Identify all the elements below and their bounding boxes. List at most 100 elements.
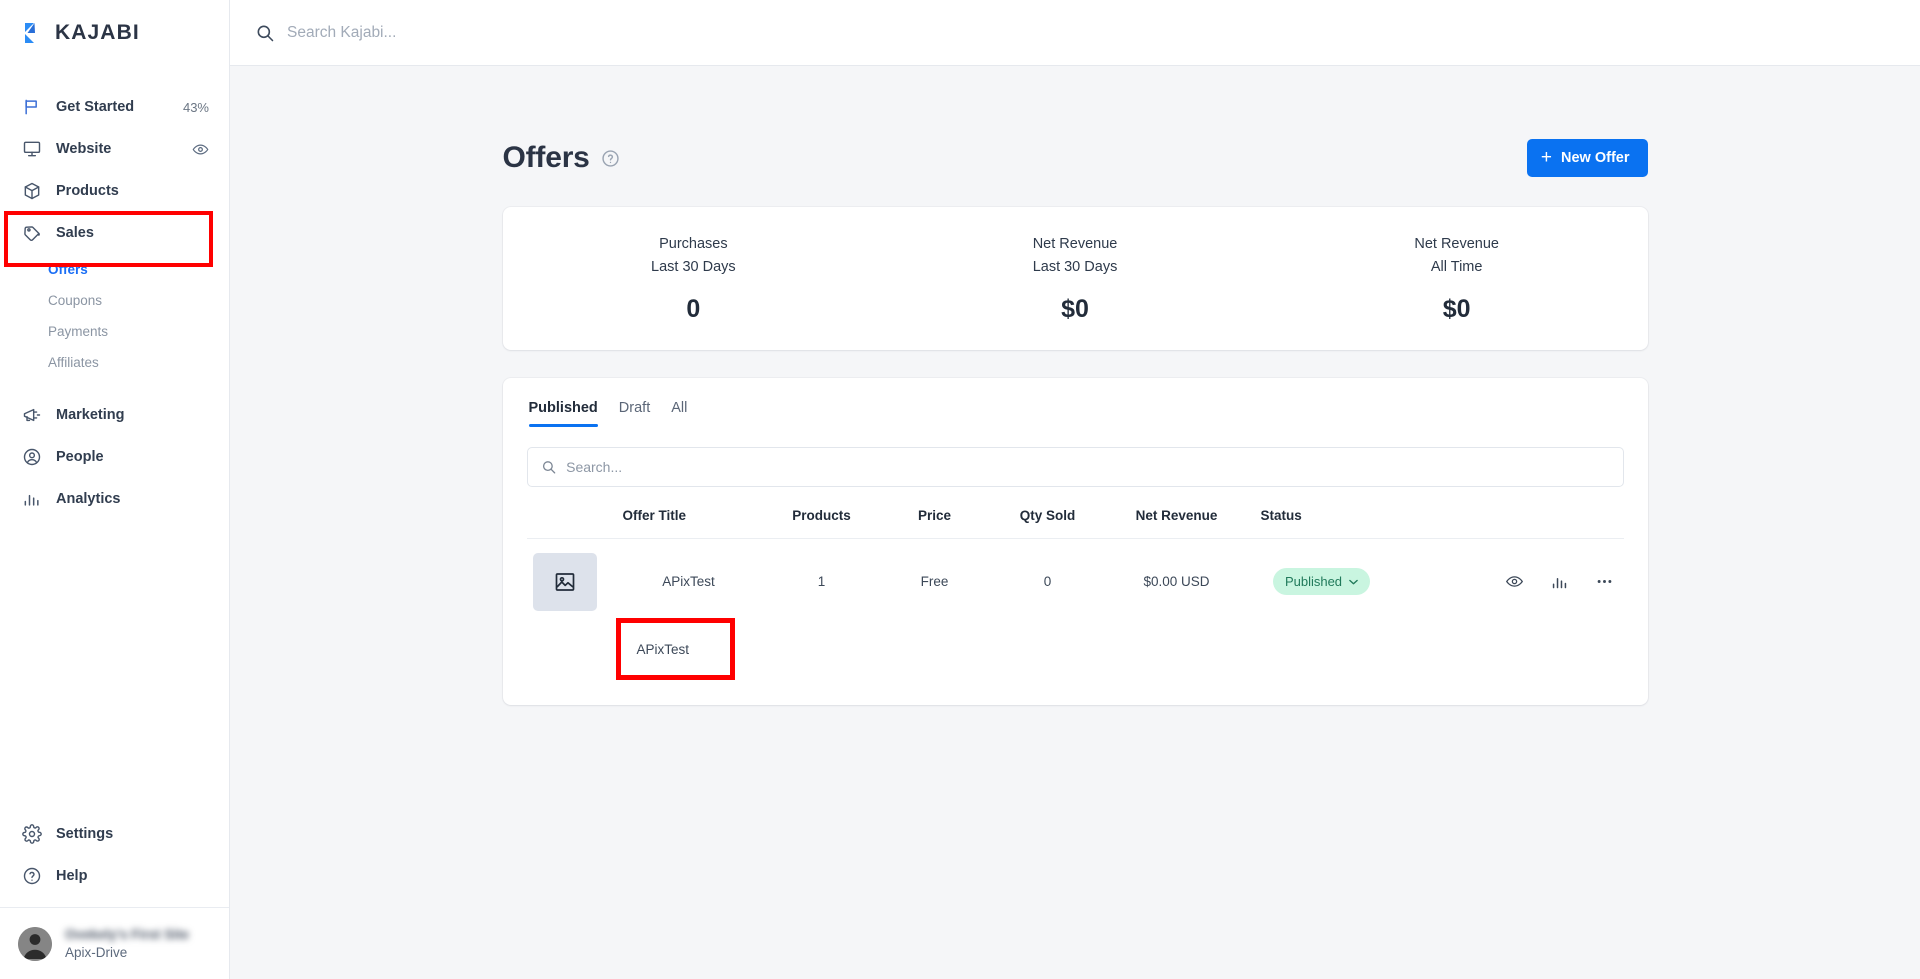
brand-logo[interactable]: KAJABI bbox=[0, 0, 229, 66]
sidebar: KAJABI Get Started 43% Website Products … bbox=[0, 0, 230, 979]
sidebar-item-offers[interactable]: Offers bbox=[0, 254, 229, 285]
status-badge-label: Published bbox=[1284, 574, 1343, 590]
sidebar-subitem-label: Coupons bbox=[48, 293, 103, 308]
sidebar-item-label: Help bbox=[56, 868, 88, 884]
tab-label: Published bbox=[528, 400, 598, 416]
new-offer-button[interactable]: + New Offer bbox=[1526, 139, 1648, 177]
sidebar-item-analytics[interactable]: Analytics bbox=[0, 478, 229, 520]
sidebar-item-sales[interactable]: Sales bbox=[0, 212, 229, 254]
monitor-icon bbox=[23, 141, 41, 157]
bar-chart-icon bbox=[24, 494, 39, 506]
cell-offer-title[interactable]: APixTest bbox=[615, 539, 763, 625]
sidebar-item-affiliates[interactable]: Affiliates bbox=[0, 347, 229, 378]
sidebar-item-marketing[interactable]: Marketing bbox=[0, 394, 229, 436]
column-actions bbox=[1396, 508, 1624, 539]
cell-thumbnail bbox=[527, 539, 615, 625]
column-net-revenue: Net Revenue bbox=[1106, 508, 1247, 539]
column-products: Products bbox=[762, 508, 881, 539]
offers-table: Offer Title Products Price Qty Sold Net … bbox=[526, 508, 1624, 625]
eye-icon[interactable] bbox=[1505, 572, 1524, 591]
sidebar-item-people[interactable]: People bbox=[0, 436, 229, 478]
cell-actions bbox=[1397, 539, 1624, 625]
sidebar-item-products[interactable]: Products bbox=[0, 170, 229, 212]
stat-title: Net Revenue bbox=[1414, 236, 1499, 253]
chevron-down-icon bbox=[1349, 579, 1358, 585]
stat-title: Net Revenue bbox=[1032, 236, 1118, 253]
offer-title-highlight-box: APixTest bbox=[615, 618, 735, 680]
flag-icon bbox=[25, 99, 37, 115]
sidebar-item-label: Settings bbox=[56, 826, 114, 842]
cell-net-revenue: $0.00 USD bbox=[1143, 574, 1210, 590]
tab-all[interactable]: All bbox=[671, 400, 687, 427]
offers-table-head: Offer Title Products Price Qty Sold Net … bbox=[526, 508, 1624, 539]
kajabi-k-logo-icon bbox=[25, 23, 35, 43]
page-container: Offers + New Offer Purchases Last 30 Day… bbox=[502, 66, 1648, 705]
sidebar-item-label: Website bbox=[56, 141, 112, 157]
stat-value: 0 bbox=[686, 294, 701, 323]
sidebar-item-help[interactable]: Help bbox=[0, 855, 229, 897]
brand-name: KAJABI bbox=[55, 21, 140, 44]
megaphone-icon bbox=[23, 408, 41, 422]
sidebar-item-get-started[interactable]: Get Started 43% bbox=[0, 86, 229, 128]
row-actions bbox=[1397, 572, 1624, 591]
more-horizontal-icon[interactable] bbox=[1595, 572, 1614, 591]
sidebar-item-website[interactable]: Website bbox=[0, 128, 229, 170]
table-header-row: Offer Title Products Price Qty Sold Net … bbox=[526, 508, 1624, 539]
stat-title: Purchases bbox=[659, 236, 728, 253]
tab-published[interactable]: Published bbox=[528, 400, 599, 427]
question-circle-icon[interactable] bbox=[601, 149, 620, 168]
stat-net-revenue-30: Net Revenue Last 30 Days $0 bbox=[884, 233, 1266, 324]
user-account-name: Apix-Drive bbox=[65, 945, 128, 960]
tab-label: All bbox=[671, 400, 688, 416]
offers-search-input[interactable] bbox=[566, 459, 1610, 475]
app-root: KAJABI Get Started 43% Website Products … bbox=[0, 0, 1920, 979]
stat-value: $0 bbox=[1442, 294, 1471, 323]
bar-chart-icon[interactable] bbox=[1550, 572, 1569, 591]
gear-icon bbox=[22, 824, 42, 844]
tag-icon bbox=[24, 226, 40, 241]
global-search-input[interactable] bbox=[287, 23, 707, 42]
status-badge[interactable]: Published bbox=[1272, 568, 1371, 596]
cell-price: Free bbox=[920, 574, 949, 590]
question-circle-icon bbox=[23, 867, 41, 885]
column-thumbnail bbox=[526, 508, 615, 539]
sidebar-item-payments[interactable]: Payments bbox=[0, 316, 229, 347]
page-title: Offers bbox=[502, 141, 590, 174]
tab-label: Draft bbox=[618, 400, 651, 416]
offer-thumbnail bbox=[532, 552, 597, 611]
user-circle-icon bbox=[23, 448, 41, 466]
stat-net-revenue-all: Net Revenue All Time $0 bbox=[1266, 233, 1648, 324]
offer-title-highlight-label: APixTest bbox=[636, 641, 690, 657]
search-icon bbox=[257, 25, 274, 41]
table-row[interactable]: APixTest 1 Free 0 $0.00 USD Published bbox=[527, 539, 1624, 625]
secondary-nav: Settings Help bbox=[0, 813, 229, 907]
column-qty-sold: Qty Sold bbox=[988, 508, 1107, 539]
top-bar bbox=[230, 0, 1920, 66]
page-header: Offers + New Offer bbox=[503, 138, 1648, 178]
offers-search[interactable] bbox=[526, 447, 1624, 487]
cell-products: 1 bbox=[817, 574, 826, 590]
sidebar-subitem-label: Affiliates bbox=[48, 355, 99, 370]
sidebar-item-label: Products bbox=[56, 183, 119, 199]
website-preview-button[interactable] bbox=[192, 141, 209, 158]
sidebar-item-label: Sales bbox=[56, 225, 94, 241]
tab-draft[interactable]: Draft bbox=[619, 400, 650, 427]
cell-status: Published bbox=[1247, 539, 1397, 625]
column-status: Status bbox=[1246, 508, 1397, 539]
main-area: Offers + New Offer Purchases Last 30 Da bbox=[230, 0, 1920, 979]
sidebar-item-label: People bbox=[56, 449, 104, 465]
column-price: Price bbox=[880, 508, 989, 539]
user-account-block[interactable]: ​Ovekely's First Site Apix-Drive bbox=[0, 907, 229, 979]
sidebar-subitem-label: Payments bbox=[48, 324, 109, 339]
stat-subtitle: Last 30 Days bbox=[1032, 258, 1118, 275]
column-offer-title: Offer Title bbox=[614, 508, 763, 539]
sidebar-item-coupons[interactable]: Coupons bbox=[0, 285, 229, 316]
sidebar-item-label: Get Started bbox=[56, 99, 135, 115]
avatar-icon bbox=[18, 926, 52, 961]
sidebar-item-label: Analytics bbox=[56, 491, 121, 507]
eye-icon bbox=[192, 144, 209, 154]
page-content: Offers + New Offer Purchases Last 30 Day… bbox=[230, 66, 1920, 979]
cell-qty-sold: 0 bbox=[1043, 574, 1052, 590]
user-site-name: ​Ovekely's First Site bbox=[65, 927, 190, 942]
sidebar-item-settings[interactable]: Settings bbox=[0, 813, 229, 855]
